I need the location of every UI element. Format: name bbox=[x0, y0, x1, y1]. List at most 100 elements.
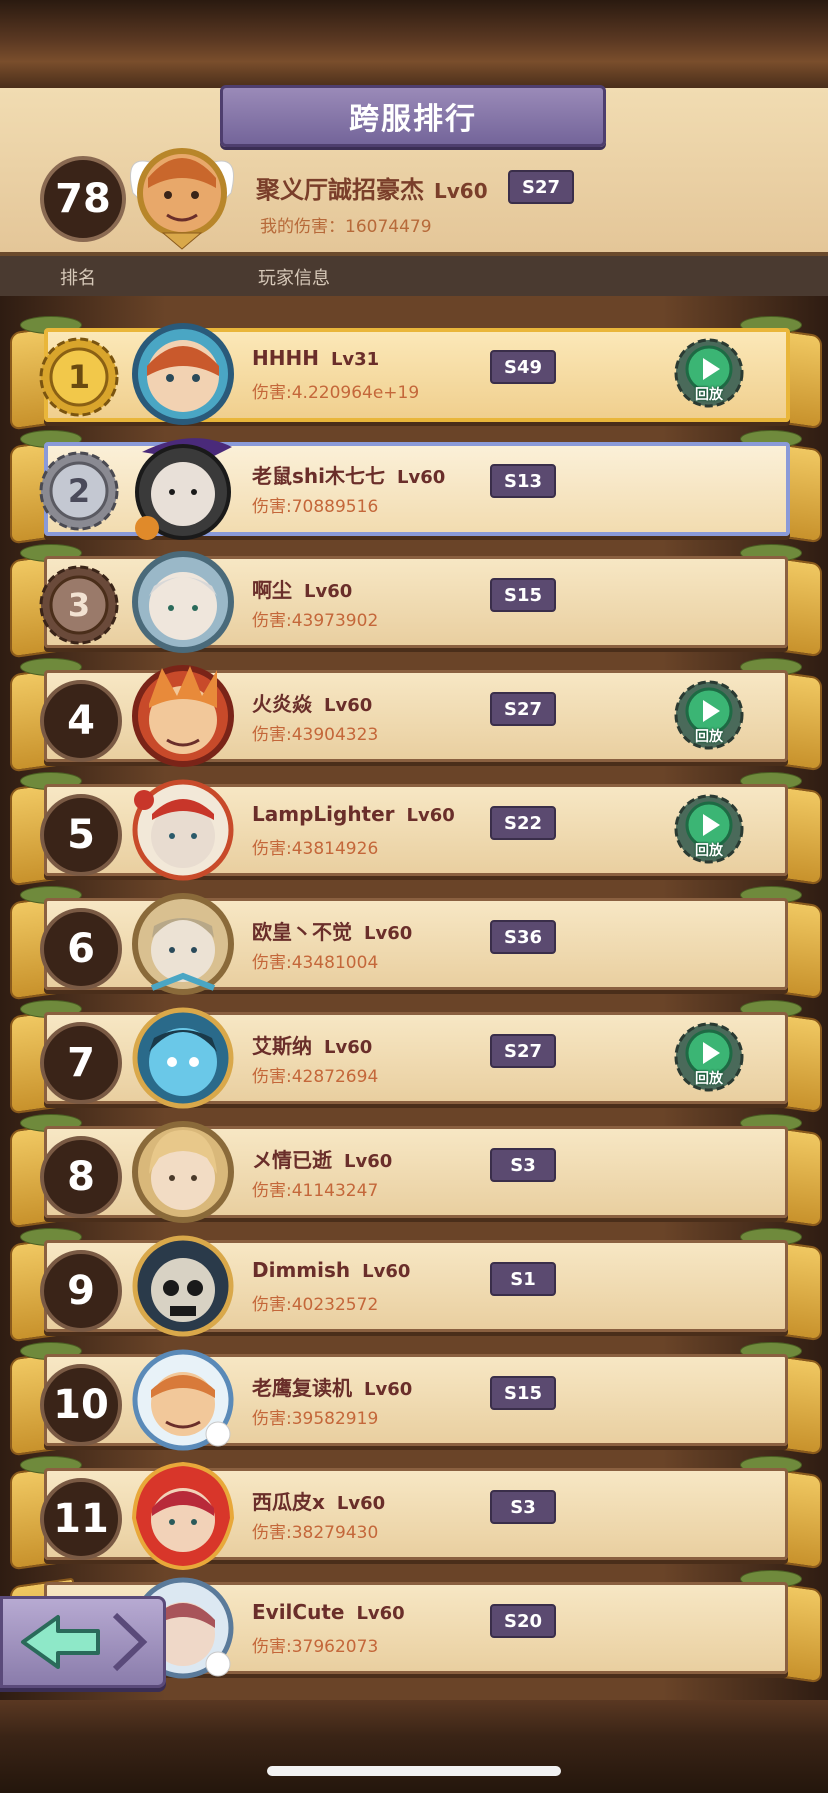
player-level: Lv60 bbox=[406, 805, 455, 826]
player-name-text: 艾斯纳 bbox=[252, 1034, 312, 1058]
player-level: Lv60 bbox=[397, 467, 446, 488]
leaderboard-row[interactable]: 1 HHHH Lv31 伤害:4.220964e+19 S49 回放 bbox=[0, 316, 828, 431]
column-header: 排名 玩家信息 bbox=[0, 256, 828, 296]
replay-button[interactable]: 回放 bbox=[674, 680, 744, 750]
player-level: Lv60 bbox=[362, 1261, 411, 1282]
player-name: LampLighter Lv60 bbox=[252, 802, 455, 826]
player-name: 啊尘 Lv60 bbox=[252, 574, 352, 603]
player-level: Lv60 bbox=[364, 923, 413, 944]
player-name-text: LampLighter bbox=[252, 802, 395, 826]
replay-button[interactable]: 回放 bbox=[674, 338, 744, 408]
server-badge: S27 bbox=[490, 692, 556, 726]
leaderboard-row[interactable]: 10 老鹰复读机 Lv60 伤害:39582919 S15 bbox=[0, 1342, 828, 1457]
my-avatar[interactable] bbox=[123, 133, 241, 251]
server-badge: S36 bbox=[490, 920, 556, 954]
server-badge: S22 bbox=[490, 806, 556, 840]
player-level: Lv60 bbox=[304, 581, 353, 602]
player-damage: 伤害:43814926 bbox=[252, 839, 379, 859]
leaderboard-row[interactable]: 2 老鼠shi木七七 Lv60 伤害:70889516 S13 bbox=[0, 430, 828, 545]
replay-label: 回放 bbox=[695, 843, 723, 859]
gold-gear-medal-icon: 1 bbox=[39, 337, 119, 417]
rank-number: 6 bbox=[40, 908, 122, 990]
player-avatar[interactable] bbox=[122, 1230, 244, 1342]
player-damage: 伤害:43481004 bbox=[252, 953, 379, 973]
my-level: Lv60 bbox=[434, 179, 488, 203]
silver-gear-medal-icon: 2 bbox=[39, 451, 119, 531]
leaderboard-row[interactable]: 5 LampLighter Lv60 伤害:43814926 S22 回放 bbox=[0, 772, 828, 887]
player-avatar[interactable] bbox=[122, 318, 244, 430]
player-level: Lv31 bbox=[330, 349, 380, 370]
left-arrow-icon bbox=[21, 1612, 148, 1672]
rank-number: 4 bbox=[40, 680, 122, 762]
rank-number: 8 bbox=[40, 1136, 122, 1218]
replay-button[interactable]: 回放 bbox=[674, 1022, 744, 1092]
player-name: 老鹰复读机 Lv60 bbox=[252, 1372, 412, 1401]
player-name: 欧皇丶不觉 Lv60 bbox=[252, 916, 412, 945]
player-name-text: 欧皇丶不觉 bbox=[252, 920, 352, 944]
player-avatar[interactable] bbox=[122, 1458, 244, 1570]
player-name: EvilCute Lv60 bbox=[252, 1600, 405, 1624]
leaderboard-row[interactable]: 8 メ情已逝 Lv60 伤害:41143247 S3 bbox=[0, 1114, 828, 1229]
replay-label: 回放 bbox=[695, 387, 723, 403]
leaderboard-row[interactable]: 3 啊尘 Lv60 伤害:43973902 S15 bbox=[0, 544, 828, 659]
player-name: 西瓜皮x Lv60 bbox=[252, 1486, 385, 1515]
player-avatar[interactable] bbox=[122, 1116, 244, 1228]
server-badge: S3 bbox=[490, 1490, 556, 1524]
leaderboard-row[interactable]: 11 西瓜皮x Lv60 伤害:38279430 S3 bbox=[0, 1456, 828, 1571]
player-avatar[interactable] bbox=[122, 888, 244, 1000]
player-avatar[interactable] bbox=[122, 660, 244, 772]
player-level: Lv60 bbox=[336, 1493, 386, 1514]
player-damage: 伤害:39582919 bbox=[252, 1409, 379, 1429]
player-damage: 伤害:41143247 bbox=[252, 1181, 379, 1201]
player-avatar[interactable] bbox=[122, 546, 244, 658]
bottom-wood-frame bbox=[0, 1700, 828, 1793]
column-rank-label: 排名 bbox=[60, 268, 96, 289]
my-name-text: 聚义厅誠招豪杰 bbox=[256, 176, 424, 204]
rank-number: 1 bbox=[68, 358, 90, 396]
rank-number: 3 bbox=[68, 586, 90, 624]
my-server-badge: S27 bbox=[508, 170, 574, 204]
server-badge: S15 bbox=[490, 578, 556, 612]
server-badge: S13 bbox=[490, 464, 556, 498]
server-badge: S1 bbox=[490, 1262, 556, 1296]
player-name-text: 火炎焱 bbox=[252, 692, 312, 716]
player-damage: 伤害:70889516 bbox=[252, 497, 379, 517]
server-badge: S3 bbox=[490, 1148, 556, 1182]
my-damage: 我的伤害：16074479 bbox=[260, 217, 432, 237]
player-damage: 伤害:4.220964e+19 bbox=[252, 383, 420, 403]
player-name: メ情已逝 Lv60 bbox=[252, 1144, 392, 1173]
leaderboard-row[interactable]: 6 欧皇丶不觉 Lv60 伤害:43481004 S36 bbox=[0, 886, 828, 1001]
top-wood-frame bbox=[0, 0, 828, 88]
rank-number: 5 bbox=[40, 794, 122, 876]
server-badge: S15 bbox=[490, 1376, 556, 1410]
player-name: Dimmish Lv60 bbox=[252, 1258, 410, 1282]
replay-button[interactable]: 回放 bbox=[674, 794, 744, 864]
player-name-text: 老鹰复读机 bbox=[252, 1376, 352, 1400]
player-name: 火炎焱 Lv60 bbox=[252, 688, 372, 717]
player-damage: 伤害:37962073 bbox=[252, 1637, 379, 1657]
player-damage: 伤害:38279430 bbox=[252, 1523, 379, 1543]
player-avatar[interactable] bbox=[122, 774, 244, 886]
leaderboard-row[interactable]: 7 艾斯纳 Lv60 伤害:42872694 S27 回放 bbox=[0, 1000, 828, 1115]
leaderboard-row[interactable]: 9 Dimmish Lv60 伤害:40232572 S1 bbox=[0, 1228, 828, 1343]
player-name-text: 啊尘 bbox=[252, 578, 292, 602]
rank-number: 9 bbox=[40, 1250, 122, 1332]
rank-number: 7 bbox=[40, 1022, 122, 1104]
player-avatar[interactable] bbox=[122, 1002, 244, 1114]
server-badge: S20 bbox=[490, 1604, 556, 1638]
back-button[interactable] bbox=[0, 1596, 166, 1688]
player-avatar[interactable] bbox=[122, 1344, 244, 1456]
player-name: 老鼠shi木七七 Lv60 bbox=[252, 460, 445, 489]
rank-number: 2 bbox=[68, 472, 90, 510]
leaderboard-list[interactable]: 1 HHHH Lv31 伤害:4.220964e+19 S49 回放 2 老鼠s… bbox=[0, 296, 828, 1700]
rank-number: 10 bbox=[40, 1364, 122, 1446]
home-indicator[interactable] bbox=[267, 1766, 561, 1776]
player-damage: 伤害:42872694 bbox=[252, 1067, 379, 1087]
player-name-text: メ情已逝 bbox=[252, 1148, 332, 1172]
player-damage: 伤害:40232572 bbox=[252, 1295, 379, 1315]
player-name-text: HHHH bbox=[252, 346, 319, 370]
player-avatar[interactable] bbox=[122, 432, 244, 544]
leaderboard-row[interactable]: 4 火炎焱 Lv60 伤害:43904323 S27 回放 bbox=[0, 658, 828, 773]
title-banner: 跨服排行 bbox=[220, 85, 606, 147]
replay-label: 回放 bbox=[695, 1071, 723, 1087]
